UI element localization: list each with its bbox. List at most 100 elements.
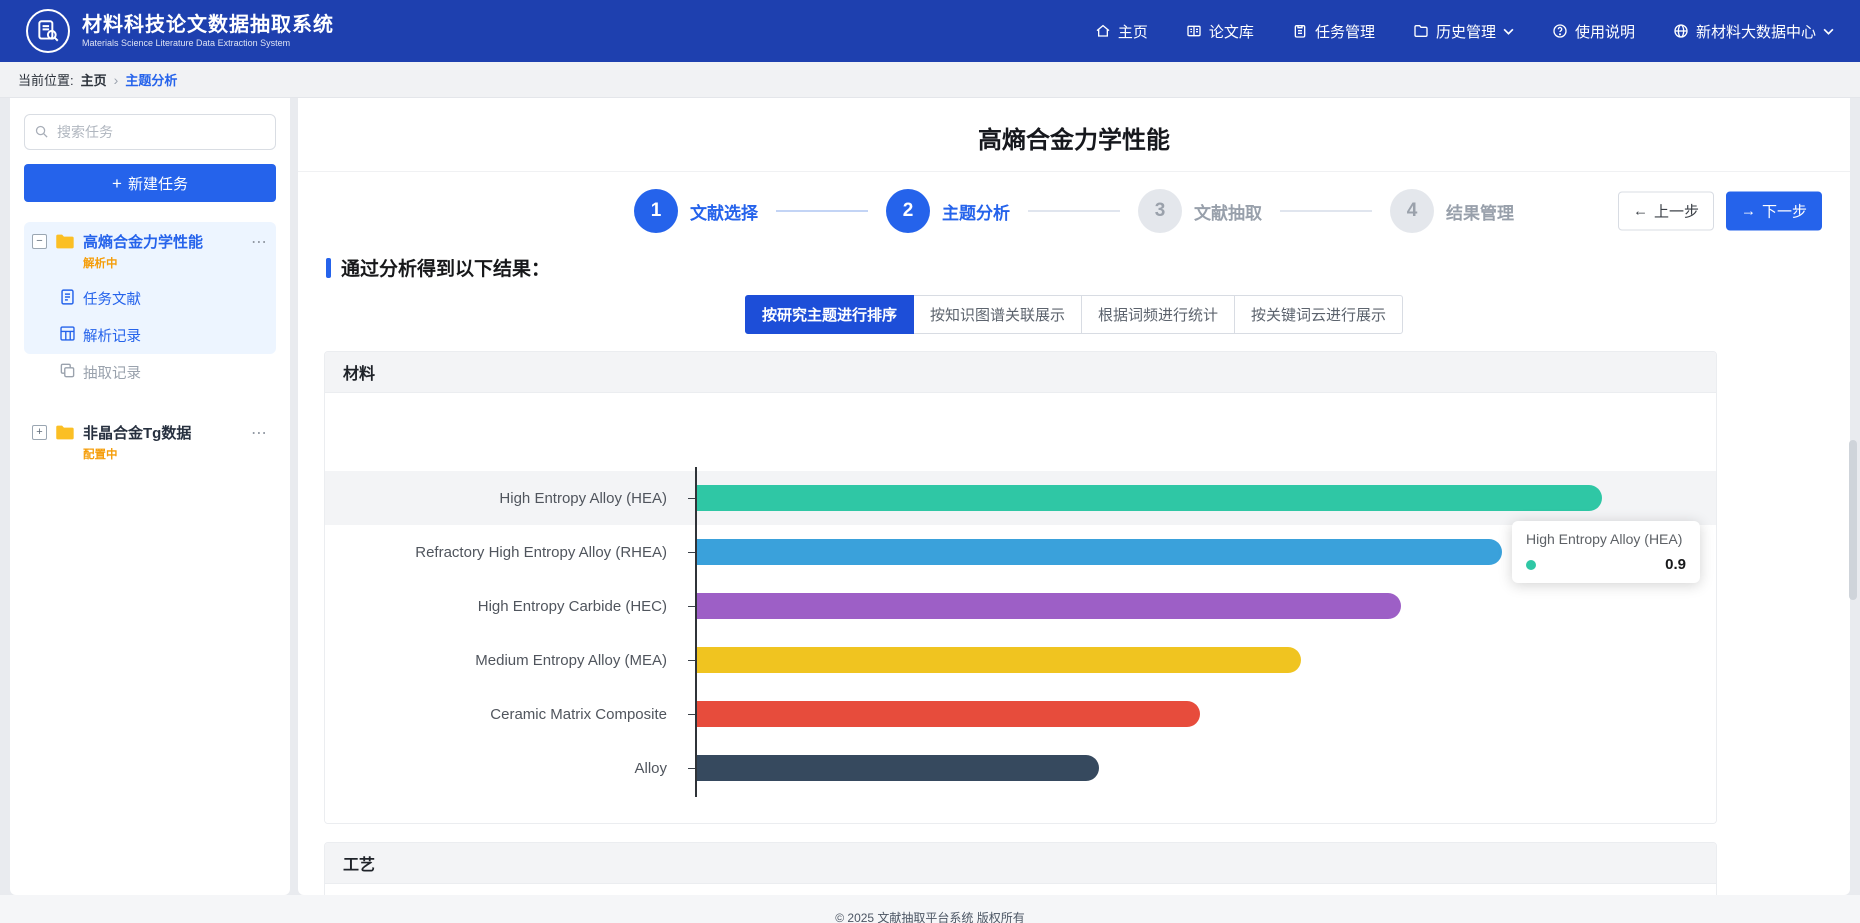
axis-tick [688, 714, 695, 715]
expand-toggle-icon[interactable]: + [32, 425, 47, 440]
nav-item-home[interactable]: 主页 [1095, 21, 1148, 42]
sidebar-item-label: 解析记录 [83, 325, 141, 346]
category-label: Ceramic Matrix Composite [325, 706, 681, 723]
home-icon [1095, 23, 1111, 39]
breadcrumb: 当前位置: 主页 › 主题分析 [0, 62, 1860, 98]
sidebar-item-label: 任务文献 [83, 288, 141, 309]
app-logo-icon [26, 9, 70, 53]
folder-name: 高熵合金力学性能 [83, 231, 243, 252]
sidebar-item-label: 抽取记录 [83, 362, 141, 383]
chevron-down-icon [1823, 28, 1834, 35]
library-icon [1186, 23, 1202, 39]
search-box [24, 114, 276, 150]
material-card: 材料 High Entropy Alloy (HEA) Refractory H… [324, 351, 1717, 824]
nav-item-library[interactable]: 论文库 [1186, 21, 1254, 42]
history-icon [1413, 23, 1429, 39]
axis-tick [688, 768, 695, 769]
chart-row[interactable]: Alloy [325, 741, 1716, 795]
folder-icon [55, 233, 75, 255]
task-group-hea: − 高熵合金力学性能 解析中 ⋯ 任务文献 [24, 222, 276, 391]
nav-item-tasks[interactable]: 任务管理 [1292, 21, 1375, 42]
category-label: Medium Entropy Alloy (MEA) [325, 652, 681, 669]
breadcrumb-home-link[interactable]: 主页 [81, 70, 107, 89]
step-result-manage[interactable]: 4 结果管理 [1390, 189, 1514, 233]
tree-folder-hea[interactable]: − 高熵合金力学性能 解析中 ⋯ [24, 222, 276, 280]
document-icon [60, 289, 75, 309]
bar-alloy[interactable] [697, 755, 1099, 781]
nav-item-datacenter[interactable]: 新材料大数据中心 [1673, 21, 1834, 42]
nav-item-label: 论文库 [1209, 21, 1254, 42]
copy-icon [60, 363, 75, 382]
new-task-button[interactable]: + 新建任务 [24, 164, 276, 202]
axis-tick [688, 552, 695, 553]
breadcrumb-prefix: 当前位置: [18, 70, 74, 89]
next-step-button[interactable]: → 下一步 [1726, 192, 1822, 231]
step-topic-analysis[interactable]: 2 主题分析 [886, 189, 1010, 233]
main-panel: 高熵合金力学性能 1 文献选择 2 主题分析 3 文献抽取 4 结果管理 [298, 98, 1850, 895]
chart-row[interactable]: Refractory High Entropy Alloy (RHEA) [325, 525, 1716, 579]
status-badge: 配置中 [83, 446, 243, 462]
nav-item-label: 新材料大数据中心 [1696, 21, 1816, 42]
tab-sort-by-topic[interactable]: 按研究主题进行排序 [745, 295, 914, 334]
top-navbar: 材料科技论文数据抽取系统 Materials Science Literatur… [0, 0, 1860, 62]
tab-knowledge-graph[interactable]: 按知识图谱关联展示 [913, 295, 1082, 334]
step-literature-extract[interactable]: 3 文献抽取 [1138, 189, 1262, 233]
task-group-tg: + 非晶合金Tg数据 配置中 ⋯ [24, 413, 276, 471]
tab-word-frequency[interactable]: 根据词频进行统计 [1081, 295, 1235, 334]
app-subtitle: Materials Science Literature Data Extrac… [82, 38, 334, 48]
tab-keyword-cloud[interactable]: 按关键词云进行展示 [1234, 295, 1403, 334]
axis-tick [688, 498, 695, 499]
step-actions: ← 上一步 → 下一步 [1618, 192, 1822, 231]
copyright-text: © 2025 文献抽取平台系统 版权所有 [835, 911, 1025, 923]
chart-row[interactable]: Medium Entropy Alloy (MEA) [325, 633, 1716, 687]
app-title: 材料科技论文数据抽取系统 [82, 14, 334, 36]
category-label: High Entropy Alloy (HEA) [325, 490, 681, 507]
collapse-toggle-icon[interactable]: − [32, 234, 47, 249]
heading-accent-bar [326, 258, 331, 278]
bar-hec[interactable] [697, 593, 1401, 619]
nav-item-help[interactable]: 使用说明 [1552, 21, 1635, 42]
step-number: 4 [1390, 189, 1434, 233]
step-label: 文献抽取 [1194, 199, 1262, 224]
bar-hea[interactable] [697, 485, 1602, 511]
chart-row[interactable]: High Entropy Carbide (HEC) [325, 579, 1716, 633]
page-footer: © 2025 文献抽取平台系统 版权所有 [0, 895, 1860, 923]
sidebar-item-parse-records[interactable]: 解析记录 [24, 317, 276, 354]
prev-step-button[interactable]: ← 上一步 [1618, 192, 1714, 231]
tree-folder-tg[interactable]: + 非晶合金Tg数据 配置中 ⋯ [24, 413, 276, 471]
process-card-body [325, 884, 1716, 895]
breadcrumb-separator: › [114, 72, 119, 88]
bar-rhea[interactable] [697, 539, 1502, 565]
step-connector [776, 210, 868, 212]
task-icon [1292, 23, 1308, 39]
chart-tooltip: High Entropy Alloy (HEA) 0.9 [1512, 521, 1700, 583]
more-actions-button[interactable]: ⋯ [251, 423, 268, 443]
search-input[interactable] [24, 114, 276, 150]
bar-mea[interactable] [697, 647, 1301, 673]
more-actions-button[interactable]: ⋯ [251, 232, 268, 252]
bar-cmc[interactable] [697, 701, 1200, 727]
chart-row[interactable]: Ceramic Matrix Composite [325, 687, 1716, 741]
arrow-right-icon: → [1741, 203, 1756, 220]
task-sidebar: + 新建任务 − 高熵合金力学性能 解析中 ⋯ [10, 98, 290, 895]
tooltip-title: High Entropy Alloy (HEA) [1526, 531, 1686, 547]
nav-item-history[interactable]: 历史管理 [1413, 21, 1514, 42]
breadcrumb-current: 主题分析 [125, 70, 177, 89]
step-number: 2 [886, 189, 930, 233]
nav-item-label: 使用说明 [1575, 21, 1635, 42]
plus-icon: + [112, 175, 122, 192]
bar-chart: High Entropy Alloy (HEA) Refractory High… [325, 393, 1716, 823]
axis-tick [688, 606, 695, 607]
sidebar-item-extract-records[interactable]: 抽取记录 [24, 354, 276, 391]
folder-name: 非晶合金Tg数据 [83, 422, 243, 443]
step-literature-select[interactable]: 1 文献选择 [634, 189, 758, 233]
sidebar-item-task-docs[interactable]: 任务文献 [24, 280, 276, 317]
chart-row[interactable]: High Entropy Alloy (HEA) [325, 471, 1716, 525]
scrollbar-thumb[interactable] [1849, 440, 1857, 600]
task-tree: − 高熵合金力学性能 解析中 ⋯ 任务文献 [24, 222, 276, 471]
arrow-left-icon: ← [1633, 203, 1648, 220]
view-tabs: 按研究主题进行排序 按知识图谱关联展示 根据词频进行统计 按关键词云进行展示 [298, 295, 1850, 334]
card-header: 材料 [325, 352, 1716, 393]
page-title: 高熵合金力学性能 [298, 98, 1850, 172]
axis-tick [688, 660, 695, 661]
